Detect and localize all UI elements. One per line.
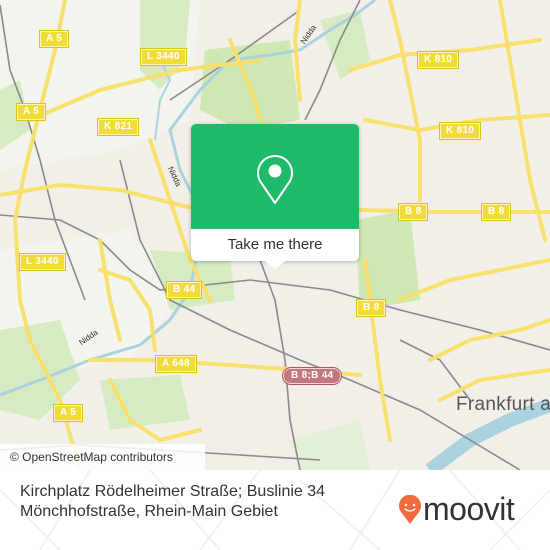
location-popup: Take me there: [191, 124, 359, 269]
map-attribution[interactable]: © OpenStreetMap contributors: [0, 444, 205, 470]
road-shield-b8: B 8: [480, 203, 512, 221]
road-shield-b44: B 44: [165, 281, 203, 299]
road-shield-k810: K 810: [416, 51, 460, 69]
moovit-wordmark: moovit: [423, 491, 515, 527]
road-shield-a5: A 5: [52, 404, 84, 422]
footer: Kirchplatz Rödelheimer Straße; Buslinie …: [0, 470, 550, 550]
take-me-there-button[interactable]: Take me there: [191, 229, 359, 261]
stop-title: Kirchplatz Rödelheimer Straße; Buslinie …: [20, 482, 325, 522]
road-shield-b8: B 8: [397, 203, 429, 221]
road-shield-a5: A 5: [15, 103, 47, 121]
stop-title-line-2: Mönchhofstraße, Rhein-Main Gebiet: [20, 503, 278, 520]
moovit-pin-icon: [398, 494, 422, 530]
road-shield-b8: B 8: [355, 299, 387, 317]
road-shield-l3440: L 3440: [140, 48, 187, 66]
road-shield-l3440: L 3440: [19, 253, 66, 271]
road-shield-b8-b44: B 8;B 44: [281, 367, 343, 385]
road-shield-k810: K 810: [438, 122, 482, 140]
location-pin-icon: [254, 154, 296, 211]
road-shield-a5: A 5: [38, 30, 70, 48]
popup-pointer: [262, 259, 288, 269]
city-label-frankfurt: Frankfurt am Main: [456, 394, 550, 415]
popup-header: [191, 124, 359, 229]
moovit-logo[interactable]: moovit: [398, 489, 538, 529]
map-view[interactable]: A 5 A 5 A 5 L 3440 L 3440 K 821 K 810 K …: [0, 0, 550, 470]
stop-title-line-1: Kirchplatz Rödelheimer Straße; Buslinie …: [20, 483, 326, 500]
road-shield-k821: K 821: [96, 118, 140, 136]
road-shield-a648: A 648: [155, 355, 197, 373]
